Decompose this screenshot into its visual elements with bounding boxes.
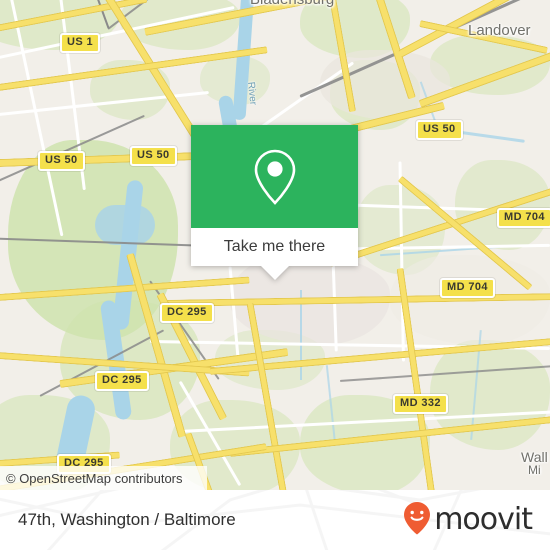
map-screen: Landover Bladensburg Wall Mi River US 1 … bbox=[0, 0, 550, 550]
water-label-river: River bbox=[244, 81, 259, 106]
moovit-pin-smiley-icon bbox=[402, 501, 432, 540]
callout-icon-area bbox=[191, 125, 358, 228]
road-shield: MD 704 bbox=[440, 278, 495, 298]
footer-bar: 47th, Washington / Baltimore moovit bbox=[0, 490, 550, 550]
place-label: Mi bbox=[528, 463, 541, 477]
take-me-there-callout[interactable]: Take me there bbox=[191, 125, 358, 280]
map-canvas[interactable]: Landover Bladensburg Wall Mi River US 1 … bbox=[0, 0, 550, 490]
place-label: Landover bbox=[468, 22, 531, 39]
take-me-there-button[interactable]: Take me there bbox=[191, 228, 358, 266]
moovit-wordmark: moovit bbox=[434, 502, 533, 537]
road-shield: US 1 bbox=[60, 33, 101, 53]
road-shield: US 50 bbox=[130, 146, 177, 166]
location-title: 47th, Washington / Baltimore bbox=[18, 510, 236, 529]
road-shield: US 50 bbox=[38, 151, 85, 171]
callout-tail bbox=[260, 266, 289, 280]
road-shield: MD 332 bbox=[393, 394, 448, 414]
moovit-logo[interactable]: moovit bbox=[402, 501, 533, 540]
road-shield: DC 295 bbox=[95, 371, 149, 391]
osm-attribution[interactable]: © OpenStreetMap contributors bbox=[0, 466, 207, 490]
road-shield: MD 704 bbox=[497, 208, 550, 228]
place-label: Bladensburg bbox=[250, 0, 334, 8]
road-shield: DC 295 bbox=[160, 303, 214, 323]
osm-attribution-text: © OpenStreetMap contributors bbox=[6, 470, 183, 486]
road-shield: US 50 bbox=[416, 120, 463, 140]
map-pin-icon bbox=[252, 148, 298, 206]
